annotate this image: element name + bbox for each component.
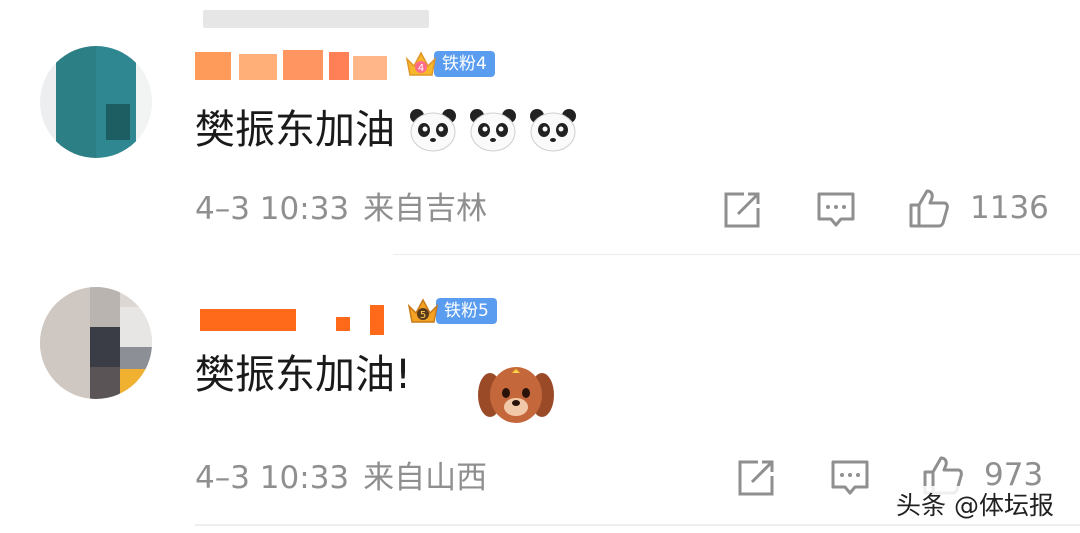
fan-level-label: 铁粉4 xyxy=(434,51,495,77)
crown-icon: 4 xyxy=(405,51,437,76)
comment-divider xyxy=(195,524,1080,526)
avatar[interactable] xyxy=(40,46,152,158)
svg-text:4: 4 xyxy=(418,63,424,74)
comment-location: 来自吉林 xyxy=(363,191,488,227)
comment-meta: 4–3 10:33 来自吉林 xyxy=(195,189,487,229)
reply-button[interactable] xyxy=(816,190,856,230)
comment-location: 来自山西 xyxy=(363,460,488,496)
comment-text-body: 樊振东加油! xyxy=(195,352,412,398)
comment-timestamp: 4–3 10:33 xyxy=(195,191,350,227)
comment-meta: 4–3 10:33 来自山西 xyxy=(195,458,487,498)
username[interactable] xyxy=(195,48,395,84)
comment-timestamp: 4–3 10:33 xyxy=(195,460,350,496)
share-icon xyxy=(738,460,774,496)
comment-icon xyxy=(831,460,869,495)
fan-level-label: 铁粉5 xyxy=(436,298,497,324)
crown-icon: 5 xyxy=(407,298,439,323)
svg-text:5: 5 xyxy=(420,310,426,321)
watermark: 头条 @体坛报 xyxy=(892,486,1058,522)
comment-icon xyxy=(817,192,855,227)
comment-text: 樊振东加油! xyxy=(195,351,411,399)
comment-item: 4 铁粉4 樊振东加油 4–3 10:33 来自吉林 1136 xyxy=(0,0,1080,255)
thumbs-up-icon xyxy=(909,189,949,228)
fan-badge: 4 铁粉4 xyxy=(404,49,495,79)
like-button[interactable]: 1136 xyxy=(908,187,1049,229)
panda-emoji xyxy=(470,109,516,152)
panda-emoji xyxy=(530,109,576,152)
comment-text: 樊振东加油 xyxy=(195,104,579,156)
puppy-emoji xyxy=(478,367,554,423)
panda-emoji xyxy=(410,109,456,152)
comment-text-body: 樊振东加油 xyxy=(195,107,395,153)
share-button[interactable] xyxy=(736,458,776,498)
username[interactable] xyxy=(200,305,390,341)
reply-button[interactable] xyxy=(830,458,870,498)
avatar[interactable] xyxy=(40,287,152,399)
share-button[interactable] xyxy=(722,190,762,230)
share-icon xyxy=(724,192,760,228)
like-count: 1136 xyxy=(970,190,1049,226)
fan-badge: 5 铁粉5 xyxy=(406,296,497,326)
